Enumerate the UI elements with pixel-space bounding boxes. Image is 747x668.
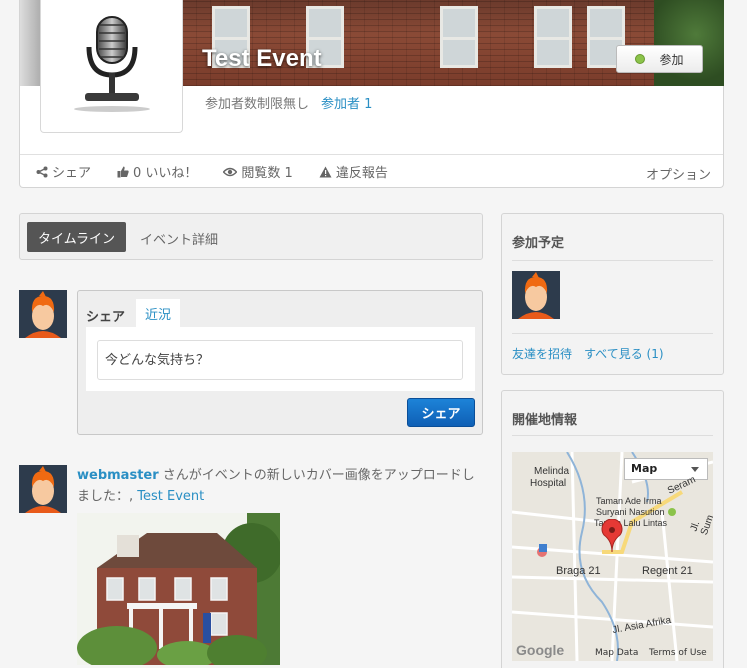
participant-limit: 参加者数制限無し — [205, 97, 310, 112]
report-action[interactable]: 違反報告 — [319, 162, 388, 181]
avatar[interactable] — [19, 465, 67, 513]
user-avatar-icon — [19, 465, 67, 513]
map-label: Melinda — [534, 466, 570, 477]
join-button[interactable]: 参加 — [616, 45, 703, 73]
event-header-card: Test Event 参加 参加者数制限無し 参加者 1 シェア 0 いいね！ 閲… — [19, 0, 724, 188]
map-label: Braga 21 — [556, 565, 601, 577]
user-avatar-icon — [19, 290, 67, 338]
see-all-link[interactable]: すべて見る (1) — [584, 347, 664, 361]
terms-link[interactable]: Terms of Use — [649, 648, 707, 658]
composer-tab-status[interactable]: 近況 — [136, 299, 180, 327]
location-card: 開催地情報 Map Melinda Hospital Taman Ade Irm… — [501, 390, 724, 668]
post-user-link[interactable]: webmaster — [77, 468, 159, 483]
views-counter: 閲覧数 1 — [223, 162, 293, 181]
location-map[interactable]: Map Melinda Hospital Taman Ade Irma Sury… — [512, 452, 713, 661]
event-title: Test Event — [202, 45, 322, 72]
divider — [512, 260, 713, 261]
share-label: シェア — [52, 166, 92, 181]
join-label: 参加 — [659, 52, 684, 67]
participants-link[interactable]: 参加者 1 — [321, 97, 372, 112]
divider — [512, 435, 713, 436]
map-pin-icon — [601, 519, 623, 553]
share-submit-button[interactable]: シェア — [407, 398, 475, 427]
warning-icon — [319, 166, 332, 177]
event-meta: 参加者数制限無し 参加者 1 — [205, 93, 372, 112]
status-input[interactable]: 今どんな気持ち？ — [97, 340, 463, 380]
content-tabs: タイムライン イベント詳細 — [19, 213, 483, 260]
map-footer: Google Map Data Terms of Use — [512, 642, 713, 661]
share-icon — [36, 166, 48, 177]
composer-tab-share[interactable]: シェア — [86, 306, 125, 325]
attending-links: 友達を招待 すべて見る (1) — [512, 345, 664, 362]
cover-edge — [20, 0, 42, 86]
map-type-select[interactable]: Map — [624, 458, 708, 480]
views-label: 閲覧数 1 — [241, 166, 293, 181]
share-action[interactable]: シェア — [36, 162, 91, 181]
invite-friends-link[interactable]: 友達を招待 — [512, 347, 572, 361]
microphone-icon — [73, 16, 150, 112]
tab-timeline[interactable]: タイムライン — [27, 222, 126, 252]
attendee-avatar[interactable] — [512, 271, 560, 319]
option-menu[interactable]: オプション — [646, 164, 711, 183]
location-title: 開催地情報 — [512, 413, 578, 428]
composer-body: 今どんな気持ち？ — [86, 327, 475, 391]
house-photo-icon — [77, 513, 280, 665]
tab-details[interactable]: イベント詳細 — [140, 229, 218, 248]
user-avatar-icon — [512, 271, 560, 319]
map-label: Regent 21 — [642, 565, 693, 577]
cover-image — [182, 0, 724, 86]
report-label: 違反報告 — [335, 166, 388, 181]
attending-title: 参加予定 — [512, 236, 565, 251]
like-label: 0 いいね！ — [133, 166, 198, 181]
like-action[interactable]: 0 いいね！ — [117, 162, 197, 181]
map-label: Taman Ade Irma — [596, 496, 662, 506]
eye-icon — [223, 167, 238, 176]
map-data-link[interactable]: Map Data — [595, 648, 638, 658]
status-dot-icon — [635, 54, 646, 64]
event-avatar[interactable] — [40, 0, 183, 133]
google-logo: Google — [516, 642, 565, 658]
post-event-link[interactable]: Test Event — [137, 489, 204, 504]
thumbs-up-icon — [117, 166, 129, 177]
divider — [512, 333, 713, 334]
map-label: Suryani Nasution — [596, 507, 665, 517]
action-bar: シェア 0 いいね！ 閲覧数 1 違反報告 オプション — [20, 154, 723, 188]
post-cover-image[interactable] — [77, 513, 280, 665]
attending-card: 参加予定 友達を招待 すべて見る (1) — [501, 213, 724, 375]
post-text: webmaster さんがイベントの新しいカバー画像をアップロードしました：, … — [77, 465, 482, 507]
map-label: Hospital — [530, 478, 567, 489]
avatar[interactable] — [19, 290, 67, 338]
status-composer: シェア 近況 今どんな気持ち？ シェア — [77, 290, 483, 435]
